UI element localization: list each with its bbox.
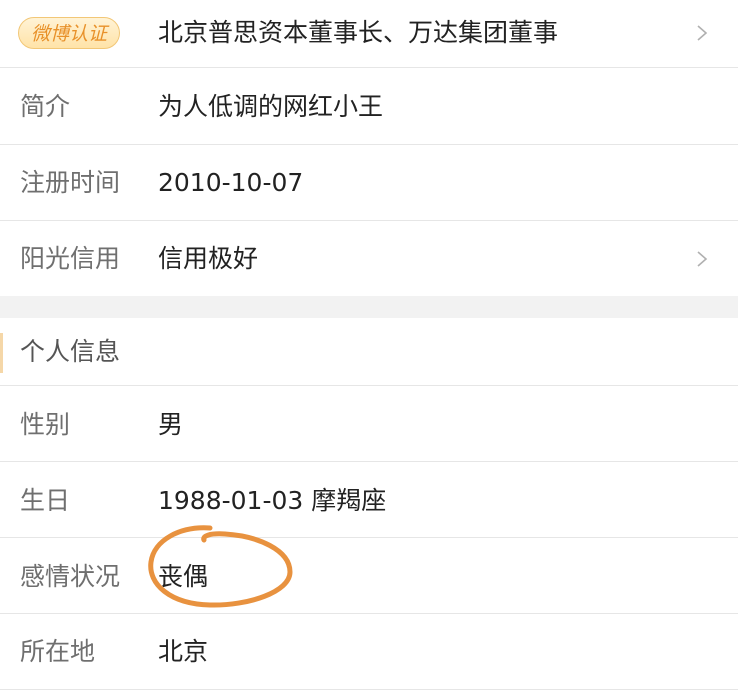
- annotation-circle: [148, 525, 293, 608]
- relationship-row: 感情状况 丧偶: [0, 538, 738, 614]
- credit-label: 阳光信用: [20, 244, 121, 273]
- weibo-verified-badge: 微博认证: [18, 17, 121, 49]
- birthday-row: 生日 1988-01-03 摩羯座: [0, 462, 738, 538]
- chevron-right-icon: [697, 25, 708, 41]
- location-label: 所在地: [20, 637, 96, 666]
- location-row: 所在地 北京: [0, 614, 738, 690]
- chevron-right-icon: [697, 251, 708, 267]
- gender-row: 性别 男: [0, 386, 738, 462]
- birthday-label: 生日: [20, 486, 71, 515]
- register-time-label: 注册时间: [20, 168, 121, 197]
- relationship-label: 感情状况: [20, 562, 121, 591]
- section-accent-bar: [0, 333, 3, 373]
- section-divider: [0, 296, 738, 318]
- credit-value: 信用极好: [158, 244, 259, 273]
- verification-text: 北京普思资本董事长、万达集团董事: [158, 18, 559, 47]
- gender-label: 性别: [20, 410, 71, 439]
- bio-row: 简介 为人低调的网红小王: [0, 68, 738, 145]
- personal-info-header: 个人信息: [0, 318, 738, 386]
- verification-row[interactable]: 微博认证 北京普思资本董事长、万达集团董事: [0, 0, 738, 68]
- section-title: 个人信息: [20, 337, 121, 366]
- bio-label: 简介: [20, 92, 71, 121]
- credit-row[interactable]: 阳光信用 信用极好: [0, 221, 738, 296]
- birthday-value: 1988-01-03 摩羯座: [158, 486, 387, 515]
- bio-value: 为人低调的网红小王: [158, 92, 384, 121]
- register-time-row: 注册时间 2010-10-07: [0, 145, 738, 221]
- register-time-value: 2010-10-07: [158, 168, 304, 197]
- location-value: 北京: [158, 637, 209, 666]
- gender-value: 男: [158, 410, 184, 439]
